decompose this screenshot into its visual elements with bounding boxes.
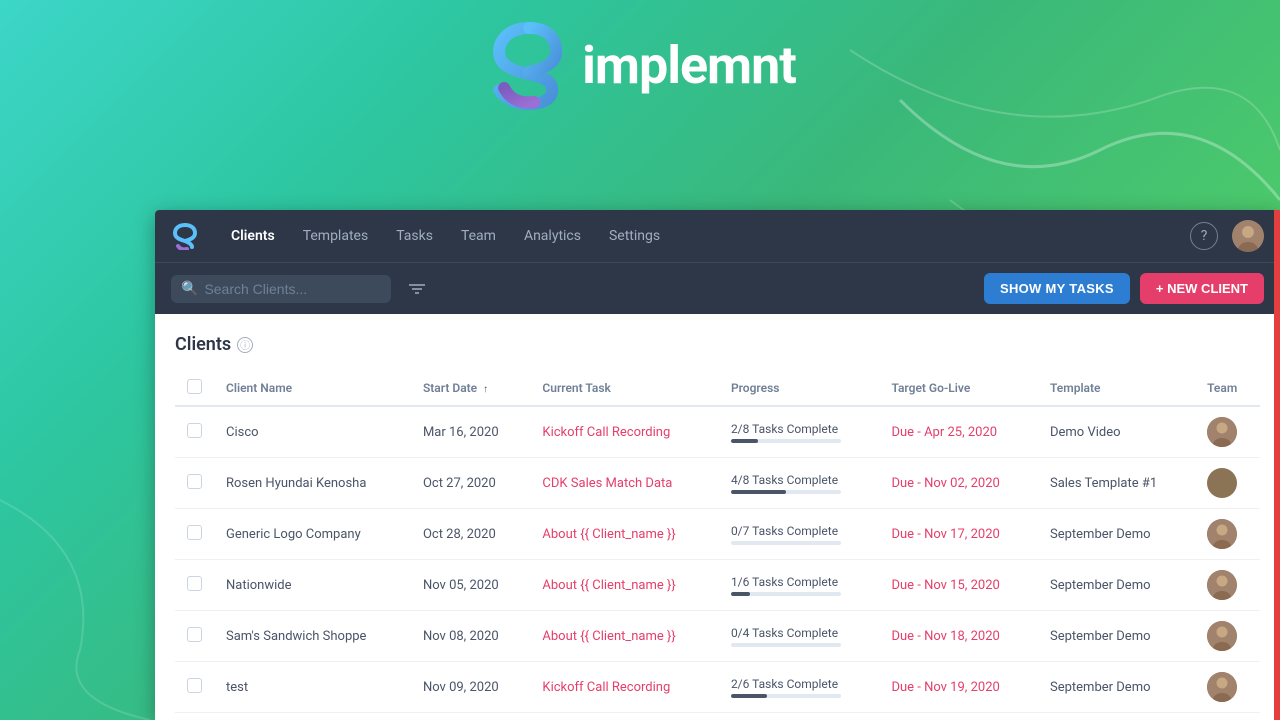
row-target-go-live: Due - Nov 15, 2020 [891, 578, 999, 593]
info-icon[interactable]: ⓘ [237, 337, 253, 353]
brand-name: implemnt [582, 35, 796, 96]
nav-settings[interactable]: Settings [597, 222, 672, 250]
row-start-date: Mar 16, 2020 [411, 406, 530, 458]
col-template: Template [1038, 371, 1195, 406]
row-start-date: Nov 05, 2020 [411, 560, 530, 611]
row-template: September Demo [1038, 713, 1195, 720]
row-team-avatar [1207, 468, 1237, 498]
logo-area: implemnt [484, 20, 796, 110]
page-title-row: Clients ⓘ [175, 334, 1260, 355]
nav-templates[interactable]: Templates [291, 222, 381, 250]
col-client-name: Client Name [214, 371, 411, 406]
col-team: Team [1195, 371, 1260, 406]
row-current-task[interactable]: About {{ Client_name }} [542, 578, 675, 593]
row-target-go-live: Due - Apr 25, 2020 [891, 425, 997, 440]
row-template: Sales Template #1 [1038, 458, 1195, 509]
row-progress: 0/4 Tasks Complete [731, 626, 868, 647]
col-progress: Progress [719, 371, 880, 406]
nav-clients[interactable]: Clients [219, 222, 287, 250]
row-checkbox-2[interactable] [187, 525, 202, 540]
row-team-avatar [1207, 570, 1237, 600]
row-client-name: test [214, 662, 411, 713]
row-client-name: Nationwide [214, 560, 411, 611]
table-row: Generic Logo Company Oct 28, 2020 About … [175, 509, 1260, 560]
row-progress: 2/8 Tasks Complete [731, 422, 868, 443]
nav-tasks[interactable]: Tasks [384, 222, 445, 250]
col-current-task: Current Task [530, 371, 719, 406]
clients-table: Client Name Start Date ↑ Current Task Pr… [175, 371, 1260, 720]
content-area: Clients ⓘ Client Name Start Date ↑ Curre… [155, 314, 1280, 720]
row-target-go-live: Due - Nov 02, 2020 [891, 476, 999, 491]
table-row: test Nov 09, 2020 Kickoff Call Recording… [175, 662, 1260, 713]
nav-logo[interactable] [171, 222, 199, 250]
col-target-go-live: Target Go-Live [879, 371, 1038, 406]
row-target-go-live: Due - Nov 18, 2020 [891, 629, 999, 644]
row-client-name: Cisco [214, 406, 411, 458]
row-client-name: Generic Logo Company [214, 713, 411, 720]
col-start-date[interactable]: Start Date ↑ [411, 371, 530, 406]
table-row: Sam's Sandwich Shoppe Nov 08, 2020 About… [175, 611, 1260, 662]
row-start-date: Oct 28, 2020 [411, 509, 530, 560]
nav-team[interactable]: Team [449, 222, 508, 250]
row-team-avatar [1207, 417, 1237, 447]
row-checkbox-5[interactable] [187, 678, 202, 693]
row-checkbox-1[interactable] [187, 474, 202, 489]
row-checkbox-3[interactable] [187, 576, 202, 591]
row-template: September Demo [1038, 509, 1195, 560]
table-row: Rosen Hyundai Kenosha Oct 27, 2020 CDK S… [175, 458, 1260, 509]
sort-arrow-start-date: ↑ [483, 384, 488, 395]
row-current-task[interactable]: About {{ Client_name }} [542, 527, 675, 542]
search-input[interactable] [204, 281, 364, 297]
row-current-task[interactable]: Kickoff Call Recording [542, 425, 670, 440]
row-start-date: Nov 09, 2020 [411, 662, 530, 713]
row-progress: 1/6 Tasks Complete [731, 575, 868, 596]
row-start-date: Nov 19, 2020 [411, 713, 530, 720]
search-box[interactable]: 🔍 [171, 275, 391, 303]
row-progress: 2/6 Tasks Complete [731, 677, 868, 698]
help-button[interactable]: ? [1190, 222, 1218, 250]
user-avatar[interactable] [1232, 220, 1264, 252]
select-all-checkbox[interactable] [187, 379, 202, 394]
row-client-name: Rosen Hyundai Kenosha [214, 458, 411, 509]
table-body: Cisco Mar 16, 2020 Kickoff Call Recordin… [175, 406, 1260, 720]
row-start-date: Nov 08, 2020 [411, 611, 530, 662]
app-container: Clients Templates Tasks Team Analytics S… [155, 210, 1280, 720]
row-target-go-live: Due - Nov 17, 2020 [891, 527, 999, 542]
row-team-avatar [1207, 621, 1237, 651]
row-team-avatar [1207, 519, 1237, 549]
row-current-task[interactable]: About {{ Client_name }} [542, 629, 675, 644]
table-row: Generic Logo Company Nov 19, 2020 About … [175, 713, 1260, 720]
row-team-avatar [1207, 672, 1237, 702]
row-target-go-live: Due - Nov 19, 2020 [891, 680, 999, 695]
table-row: Cisco Mar 16, 2020 Kickoff Call Recordin… [175, 406, 1260, 458]
row-template: September Demo [1038, 560, 1195, 611]
show-my-tasks-button[interactable]: SHOW MY TASKS [984, 273, 1130, 304]
nav-analytics[interactable]: Analytics [512, 222, 593, 250]
search-icon: 🔍 [181, 281, 198, 297]
brand-logo-icon [484, 20, 574, 110]
row-template: September Demo [1038, 611, 1195, 662]
row-current-task[interactable]: CDK Sales Match Data [542, 476, 672, 491]
row-start-date: Oct 27, 2020 [411, 458, 530, 509]
row-progress: 4/8 Tasks Complete [731, 473, 868, 494]
row-client-name: Sam's Sandwich Shoppe [214, 611, 411, 662]
navbar: Clients Templates Tasks Team Analytics S… [155, 210, 1280, 262]
row-template: Demo Video [1038, 406, 1195, 458]
scroll-indicator [1274, 210, 1280, 720]
filter-button[interactable] [401, 273, 433, 305]
row-current-task[interactable]: Kickoff Call Recording [542, 680, 670, 695]
row-checkbox-4[interactable] [187, 627, 202, 642]
row-progress: 0/7 Tasks Complete [731, 524, 868, 545]
row-checkbox-0[interactable] [187, 423, 202, 438]
page-title: Clients [175, 334, 231, 355]
new-client-button[interactable]: + NEW CLIENT [1140, 273, 1264, 304]
row-client-name: Generic Logo Company [214, 509, 411, 560]
row-template: September Demo [1038, 662, 1195, 713]
table-header: Client Name Start Date ↑ Current Task Pr… [175, 371, 1260, 406]
table-row: Nationwide Nov 05, 2020 About {{ Client_… [175, 560, 1260, 611]
toolbar: 🔍 SHOW MY TASKS + NEW CLIENT [155, 262, 1280, 314]
